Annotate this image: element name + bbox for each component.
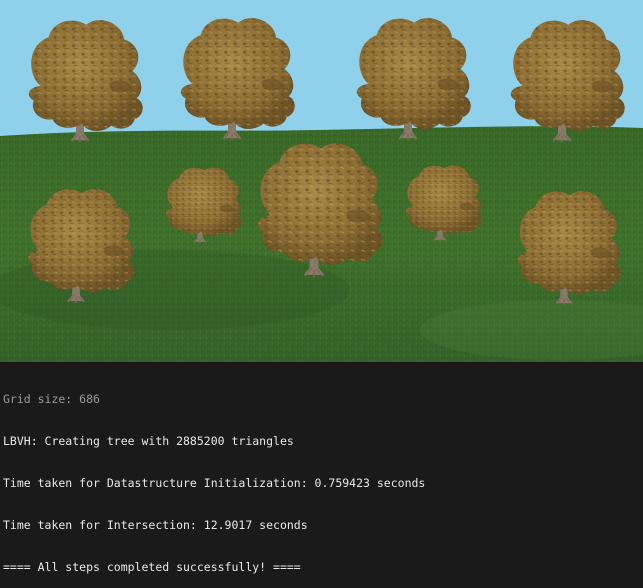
terminal-line: ==== All steps completed successfully! =… (3, 560, 301, 574)
terminal-line: Time taken for Datastructure Initializat… (3, 476, 426, 490)
forest-scene (0, 0, 643, 362)
terminal-output: Grid size: 686 LBVH: Creating tree with … (0, 362, 643, 574)
terminal-line: LBVH: Creating tree with 2885200 triangl… (3, 434, 294, 448)
terminal-line: Time taken for Intersection: 12.9017 sec… (3, 518, 308, 532)
terminal-line: Grid size: 686 (3, 392, 100, 406)
raytraced-render-view (0, 0, 643, 362)
